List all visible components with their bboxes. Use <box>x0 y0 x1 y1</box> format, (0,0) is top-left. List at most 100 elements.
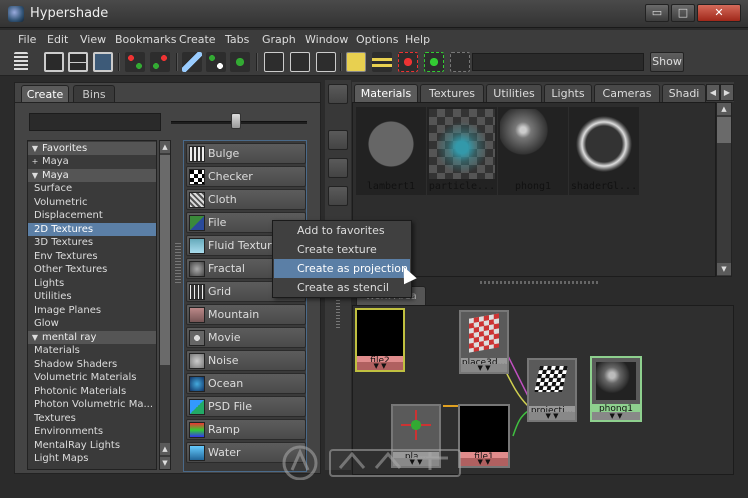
layout-top-icon[interactable] <box>44 52 64 72</box>
panel-layout-icon[interactable] <box>328 186 348 206</box>
input-arrow-icon[interactable] <box>264 52 284 72</box>
texture-item-movie[interactable]: Movie <box>186 327 306 348</box>
pane-resize-handle[interactable] <box>175 243 181 283</box>
layout-bottom-icon[interactable] <box>93 52 113 72</box>
tab-textures[interactable]: Textures <box>420 84 484 102</box>
tree-item-materials[interactable]: Materials <box>28 344 156 357</box>
menu-item-create-texture[interactable]: Create texture <box>274 240 410 259</box>
menu-create[interactable]: Create <box>179 33 216 46</box>
swatch-lambert1[interactable]: lambert1 <box>356 107 426 195</box>
tab-materials[interactable]: Materials <box>354 84 418 102</box>
icon-size-slider-handle[interactable] <box>231 113 241 129</box>
tree-item-textures[interactable]: Textures <box>28 412 156 425</box>
scroll-up-icon[interactable]: ▲ <box>717 103 731 115</box>
tree-item-image-planes[interactable]: Image Planes <box>28 304 156 317</box>
tree-item-favorites[interactable]: ▼ Favorites <box>28 142 156 155</box>
node-ports-icon[interactable]: ▼ ▼ <box>461 364 507 372</box>
tree-item-3d-textures[interactable]: 3D Textures <box>28 236 156 249</box>
tab-scroll-left-icon[interactable]: ◀ <box>706 84 720 101</box>
scroll-down-icon[interactable]: ▼ <box>160 457 170 469</box>
tree-item-light-maps[interactable]: Light Maps <box>28 452 156 465</box>
tree-item-mentalray-lights[interactable]: MentalRay Lights <box>28 439 156 452</box>
tree-item-volumetric[interactable]: Volumetric <box>28 196 156 209</box>
snapshot-target-icon[interactable] <box>424 52 444 72</box>
graph-input-connections-icon[interactable] <box>125 52 145 72</box>
menu-item-create-as-projection[interactable]: Create as projection <box>274 259 410 278</box>
graph-output-connections-icon[interactable] <box>150 52 170 72</box>
render-target-icon[interactable] <box>398 52 418 72</box>
tab-utilities[interactable]: Utilities <box>486 84 542 102</box>
texture-item-mountain[interactable]: Mountain <box>186 304 306 325</box>
layout-split-icon[interactable] <box>68 52 88 72</box>
tree-item-lights[interactable]: Lights <box>28 277 156 290</box>
menu-file[interactable]: File <box>18 33 36 46</box>
input-output-arrow-icon[interactable] <box>290 52 310 72</box>
rearrange-graph-icon[interactable] <box>206 52 226 72</box>
menu-help[interactable]: Help <box>405 33 430 46</box>
node-place3d[interactable]: place3d... ▼ ▼ <box>459 310 509 374</box>
node-projection[interactable]: projecti... ▼ ▼ <box>527 358 577 422</box>
swatch-phong1[interactable]: phong1 <box>498 107 568 195</box>
tab-bins[interactable]: Bins <box>73 85 115 103</box>
swatch-shader-glow[interactable]: shaderGl... <box>569 107 639 195</box>
tree-item-2d-textures[interactable]: 2D Textures <box>28 223 156 236</box>
menu-item-create-as-stencil[interactable]: Create as stencil <box>274 278 410 297</box>
swatch-scroll-thumb[interactable] <box>717 117 731 143</box>
tree-item-volumetric-materials[interactable]: Volumetric Materials <box>28 371 156 384</box>
graph-materials-icon[interactable] <box>230 52 250 72</box>
minimize-button[interactable]: ▭ <box>645 4 669 22</box>
output-arrow-icon[interactable] <box>316 52 336 72</box>
tree-item-maya-favorite[interactable]: + Maya <box>28 155 156 168</box>
node-ports-icon[interactable]: ▼ ▼ <box>592 412 640 420</box>
node-ports-icon[interactable]: ▼ ▼ <box>357 362 403 370</box>
tree-item-shadow-shaders[interactable]: Shadow Shaders <box>28 358 156 371</box>
clear-graph-icon[interactable] <box>182 52 202 72</box>
tree-item-env-textures[interactable]: Env Textures <box>28 250 156 263</box>
menu-view[interactable]: View <box>80 33 106 46</box>
swatch-scrollbar[interactable]: ▲ ▼ <box>716 102 732 277</box>
tab-shading[interactable]: Shadi <box>662 84 706 102</box>
node-ports-icon[interactable]: ▼ ▼ <box>529 412 575 420</box>
tree-scrollbar[interactable]: ▲ ▲ ▼ <box>159 140 171 470</box>
expand-triangle-icon[interactable]: ▼ <box>28 331 42 344</box>
scroll-up-icon[interactable]: ▲ <box>160 141 170 153</box>
menu-item-add-to-favorites[interactable]: Add to favorites <box>274 221 410 240</box>
close-button[interactable]: ✕ <box>697 4 741 22</box>
tree-item-surface[interactable]: Surface <box>28 182 156 195</box>
texture-item-bulge[interactable]: Bulge <box>186 143 306 164</box>
expand-triangle-icon[interactable]: ▼ <box>28 142 42 155</box>
maximize-button[interactable]: □ <box>671 4 695 22</box>
menu-options[interactable]: Options <box>356 33 398 46</box>
expand-triangle-icon[interactable]: ▼ <box>28 169 42 182</box>
menu-graph[interactable]: Graph <box>262 33 296 46</box>
tab-cameras[interactable]: Cameras <box>594 84 660 102</box>
texture-item-ocean[interactable]: Ocean <box>186 373 306 394</box>
menu-window[interactable]: Window <box>305 33 348 46</box>
tree-item-maya[interactable]: ▼ Maya <box>28 169 156 182</box>
tree-item-mental-ray[interactable]: ▼ mental ray <box>28 331 156 344</box>
swatch-particle[interactable]: particle... <box>427 107 497 195</box>
show-button[interactable]: Show <box>650 52 684 72</box>
texture-item-cloth[interactable]: Cloth <box>186 189 306 210</box>
expand-plus-icon[interactable]: + <box>28 155 42 168</box>
texture-item-checker[interactable]: Checker <box>186 166 306 187</box>
tab-scroll-right-icon[interactable]: ▶ <box>720 84 734 101</box>
create-search-input[interactable] <box>29 113 161 131</box>
dim-target-icon[interactable] <box>450 52 470 72</box>
tree-item-displacement[interactable]: Displacement <box>28 209 156 222</box>
tree-item-photon-volumetric[interactable]: Photon Volumetric Ma... <box>28 398 156 411</box>
texture-item-noise[interactable]: Noise <box>186 350 306 371</box>
filter-field[interactable] <box>472 53 644 71</box>
tab-lights[interactable]: Lights <box>544 84 592 102</box>
tree-item-photonic-materials[interactable]: Photonic Materials <box>28 385 156 398</box>
tree-item-environments[interactable]: Environments <box>28 425 156 438</box>
scroll-down-icon[interactable]: ▼ <box>717 263 731 275</box>
panel-layout-icon[interactable] <box>328 158 348 178</box>
menu-bookmarks[interactable]: Bookmarks <box>115 33 176 46</box>
panel-layout-icon[interactable] <box>328 84 348 104</box>
tab-create[interactable]: Create <box>21 85 69 103</box>
tree-item-glow[interactable]: Glow <box>28 317 156 330</box>
node-phong1[interactable]: phong1 ▼ ▼ <box>590 356 642 422</box>
tree-item-other-textures[interactable]: Other Textures <box>28 263 156 276</box>
tree-scroll-thumb[interactable] <box>160 155 170 365</box>
